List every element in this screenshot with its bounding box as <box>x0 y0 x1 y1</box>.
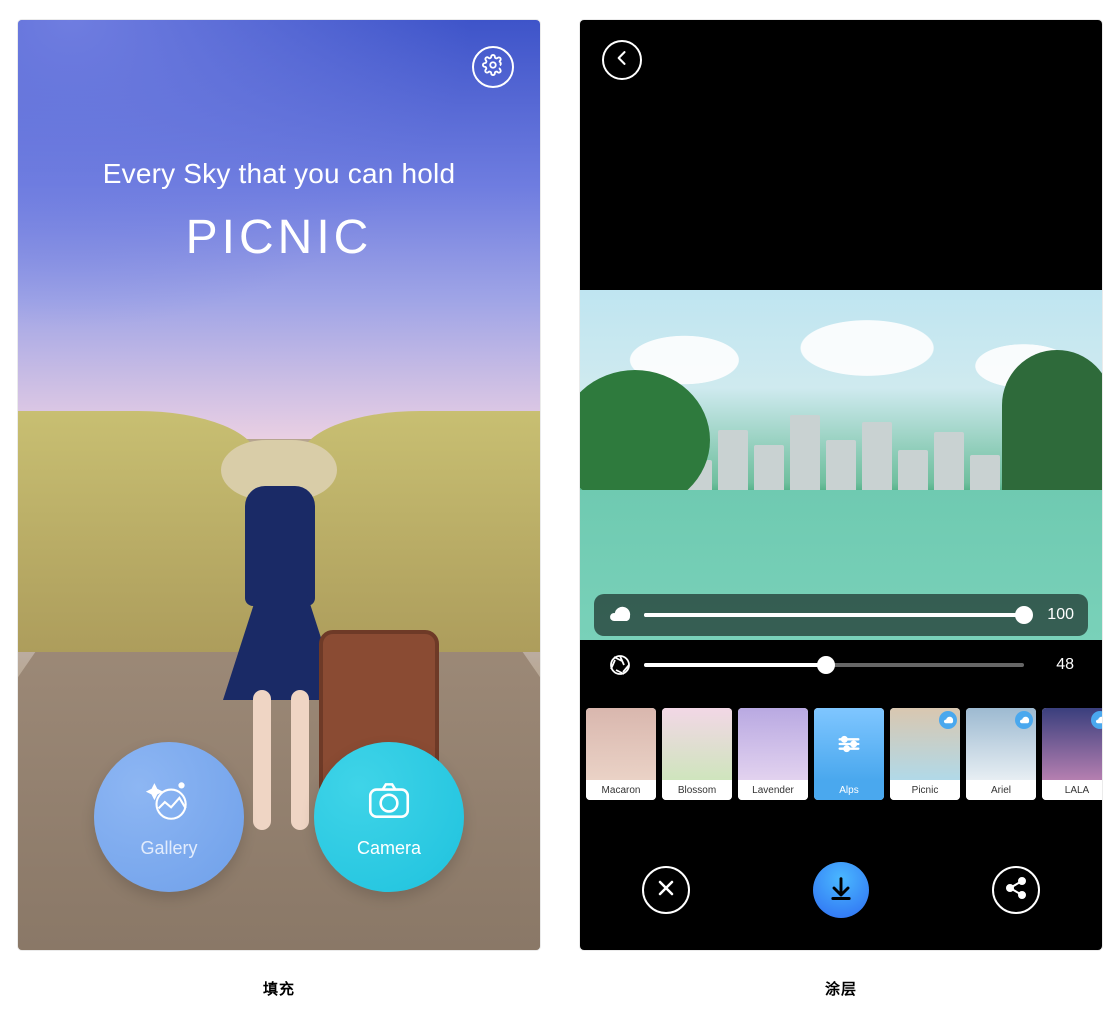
filter-macaron[interactable]: Macaron <box>586 708 656 800</box>
filter-label: Macaron <box>586 780 656 800</box>
filter-label: Lavender <box>738 780 808 800</box>
cancel-button[interactable] <box>642 866 690 914</box>
filter-picnic[interactable]: Picnic <box>890 708 960 800</box>
filter-label: Alps <box>814 780 884 800</box>
close-icon <box>654 876 678 905</box>
filter-label: Picnic <box>890 780 960 800</box>
home-screen: Every Sky that you can hold PICNIC Galle… <box>18 20 540 950</box>
aperture-icon <box>608 653 632 677</box>
slider-track[interactable] <box>644 613 1024 617</box>
cloud-icon <box>608 603 632 627</box>
brand-logo: PICNIC <box>18 210 540 265</box>
filter-strip[interactable]: Macaron Blossom Lavender Alps Picnic Ariel LAL… <box>580 708 1102 802</box>
camera-button-label: Camera <box>357 838 421 859</box>
download-icon <box>827 874 855 907</box>
bottom-bar <box>580 862 1102 918</box>
camera-button[interactable]: Camera <box>314 742 464 892</box>
tagline: Every Sky that you can hold <box>18 158 540 190</box>
aperture-slider-value: 48 <box>1036 656 1074 674</box>
photo-preview[interactable] <box>580 290 1102 640</box>
caption-left: 填充 <box>263 978 295 999</box>
filter-label: LALA <box>1042 780 1102 800</box>
gallery-button[interactable]: Gallery <box>94 742 244 892</box>
cloud-slider-value: 100 <box>1036 606 1074 624</box>
gear-icon <box>482 54 504 81</box>
filter-alps[interactable]: Alps <box>814 708 884 800</box>
cloud-badge-icon <box>1091 711 1102 729</box>
filter-lavender[interactable]: Lavender <box>738 708 808 800</box>
filter-blossom[interactable]: Blossom <box>662 708 732 800</box>
caption-right: 涂层 <box>825 978 857 999</box>
filter-label: Blossom <box>662 780 732 800</box>
filter-label: Ariel <box>966 780 1036 800</box>
camera-icon <box>364 775 414 838</box>
editor-screen: 100 48 MacaronBlossomLavend <box>580 20 1102 950</box>
cloud-slider[interactable]: 100 <box>594 594 1088 636</box>
cloud-badge-icon <box>939 711 957 729</box>
slider-track[interactable] <box>644 663 1024 667</box>
share-icon <box>1004 876 1028 905</box>
gallery-button-label: Gallery <box>140 838 197 859</box>
gallery-sparkle-icon <box>144 775 194 838</box>
back-button[interactable] <box>602 40 642 80</box>
filter-ariel[interactable]: Ariel <box>966 708 1036 800</box>
share-button[interactable] <box>992 866 1040 914</box>
filter-lala[interactable]: LALA <box>1042 708 1102 800</box>
arrow-left-icon <box>612 48 632 73</box>
download-button[interactable] <box>813 862 869 918</box>
settings-button[interactable] <box>472 46 514 88</box>
aperture-slider[interactable]: 48 <box>594 644 1088 686</box>
cloud-badge-icon <box>1015 711 1033 729</box>
